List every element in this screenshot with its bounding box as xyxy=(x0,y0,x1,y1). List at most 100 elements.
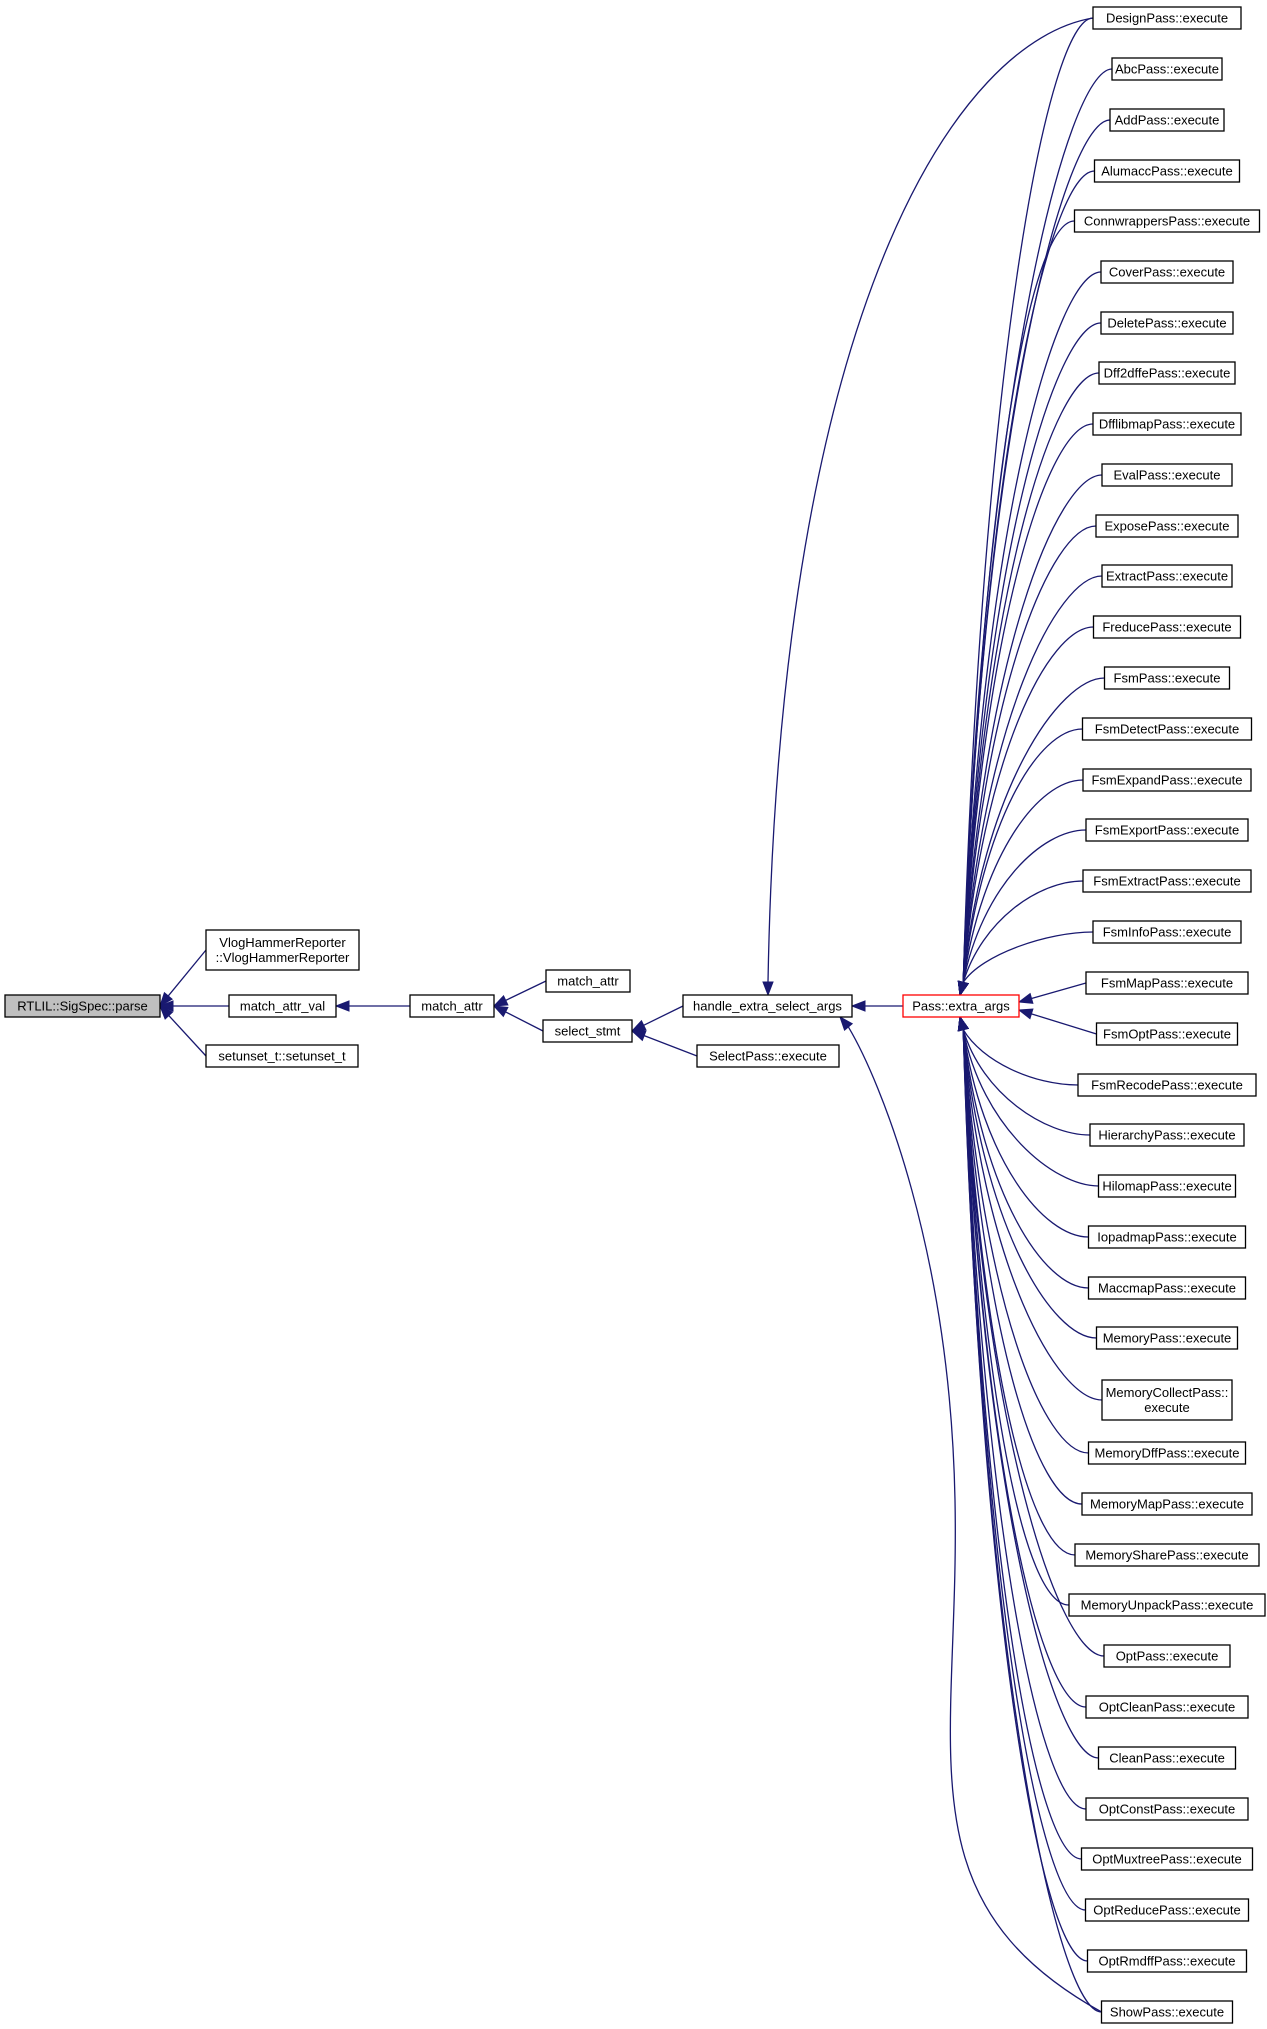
edge-showpass-handle xyxy=(847,1026,1102,2013)
edge-showpass-execute-extraargs-arrowhead xyxy=(957,1015,969,1032)
node-label: FsmExtractPass::execute xyxy=(1093,874,1240,889)
edge-fsmmappass-execute-extraargs xyxy=(1031,982,1087,1000)
node-optrmdffpass-execute[interactable]: OptRmdffPass::execute xyxy=(1086,1949,1248,1973)
node-memorypass-execute[interactable]: MemoryPass::execute xyxy=(1095,1326,1239,1350)
node-label: AddPass::execute xyxy=(1115,113,1220,128)
edge-designpass-handle xyxy=(767,17,1094,983)
node-cleanpass-execute[interactable]: CleanPass::execute xyxy=(1097,1746,1237,1770)
edge-fsmmappass-execute-extraargs-arrowhead xyxy=(1017,992,1034,1004)
node-dfflibmappass-execute[interactable]: DfflibmapPass::execute xyxy=(1092,412,1242,436)
node-deletepass-execute[interactable]: DeletePass::execute xyxy=(1100,311,1234,335)
node-pass-extra-args[interactable]: Pass::extra_args xyxy=(902,994,1020,1018)
edge-matchattr-matchattrval-arrowhead xyxy=(334,1000,350,1012)
node-select-stmt[interactable]: select_stmt xyxy=(542,1019,633,1043)
node-fsminfopass-execute[interactable]: FsmInfoPass::execute xyxy=(1092,920,1242,944)
node-label: FsmInfoPass::execute xyxy=(1103,925,1232,940)
edge-showpass-handle-arrowhead xyxy=(839,1015,854,1032)
node-label: CoverPass::execute xyxy=(1109,265,1225,280)
node-optmuxtreepass-execute[interactable]: OptMuxtreePass::execute xyxy=(1080,1847,1254,1871)
edge-handle-select-arrowhead xyxy=(630,1019,647,1032)
node-label: DesignPass::execute xyxy=(1106,11,1228,26)
node-label: ::VlogHammerReporter xyxy=(216,950,350,965)
node-optreducepass-execute[interactable]: OptReducePass::execute xyxy=(1084,1898,1250,1922)
node-label: MaccmapPass::execute xyxy=(1098,1281,1236,1296)
node-fsmoptpass-execute[interactable]: FsmOptPass::execute xyxy=(1095,1022,1239,1046)
node-dff2dffepass-execute[interactable]: Dff2dffePass::execute xyxy=(1098,361,1236,385)
node-label: setunset_t::setunset_t xyxy=(218,1049,346,1064)
node-handle-extra-select-args[interactable]: handle_extra_select_args xyxy=(682,994,853,1018)
node-showpass-execute[interactable]: ShowPass::execute xyxy=(1100,2000,1234,2024)
node-iopadmappass-execute[interactable]: IopadmapPass::execute xyxy=(1087,1225,1247,1249)
node-match-attr[interactable]: match_attr xyxy=(545,969,631,993)
node-fsmexportpass-execute[interactable]: FsmExportPass::execute xyxy=(1085,818,1249,842)
node-maccmappass-execute[interactable]: MaccmapPass::execute xyxy=(1087,1276,1247,1300)
node-vloghammerreporter-vloghammerreporter[interactable]: VlogHammerReporter::VlogHammerReporter xyxy=(205,929,360,971)
node-label: MemorySharePass::execute xyxy=(1085,1548,1248,1563)
node-fsmmappass-execute[interactable]: FsmMapPass::execute xyxy=(1085,971,1249,995)
nodes: RTLIL::SigSpec::parse VlogHammerReporter:… xyxy=(4,6,1266,2024)
node-label: Pass::extra_args xyxy=(912,999,1010,1014)
edge-fsmextractpass-execute-extraargs xyxy=(962,880,1084,983)
node-hierarchypass-execute[interactable]: HierarchyPass::execute xyxy=(1089,1123,1245,1147)
node-memorydffpass-execute[interactable]: MemoryDffPass::execute xyxy=(1087,1441,1247,1465)
node-rtlil-sigspec-parse[interactable]: RTLIL::SigSpec::parse xyxy=(4,994,161,1018)
node-optcleanpass-execute[interactable]: OptCleanPass::execute xyxy=(1085,1695,1249,1719)
node-label: select_stmt xyxy=(555,1024,621,1039)
node-match-attr-val[interactable]: match_attr_val xyxy=(228,994,337,1018)
node-fsmexpandpass-execute[interactable]: FsmExpandPass::execute xyxy=(1082,768,1252,792)
node-match-attr[interactable]: match_attr xyxy=(409,994,495,1018)
node-freducepass-execute[interactable]: FreducePass::execute xyxy=(1092,615,1242,639)
edge-abcpass-execute-extraargs xyxy=(962,68,1113,983)
edge-optrmdffpass-execute-extraargs xyxy=(962,1029,1088,1962)
edge-designpass-handle-arrowhead xyxy=(762,981,774,997)
node-memorymappass-execute[interactable]: MemoryMapPass::execute xyxy=(1081,1492,1253,1516)
edge-fsmoptpass-execute-extraargs xyxy=(1031,1013,1097,1035)
node-extractpass-execute[interactable]: ExtractPass::execute xyxy=(1101,564,1233,588)
node-hilomappass-execute[interactable]: HilomapPass::execute xyxy=(1097,1174,1237,1198)
node-evalpass-execute[interactable]: EvalPass::execute xyxy=(1101,463,1233,487)
node-addpass-execute[interactable]: AddPass::execute xyxy=(1109,108,1225,132)
node-memorycollectpass-execute[interactable]: MemoryCollectPass::execute xyxy=(1101,1379,1233,1421)
edge-fsminfopass-execute-extraargs-arrowhead xyxy=(957,980,969,997)
node-memorysharepass-execute[interactable]: MemorySharePass::execute xyxy=(1074,1543,1260,1567)
edge-selectpass-select xyxy=(643,1035,698,1057)
node-optpass-execute[interactable]: OptPass::execute xyxy=(1103,1644,1231,1668)
node-memoryunpackpass-execute[interactable]: MemoryUnpackPass::execute xyxy=(1068,1593,1266,1617)
edge-memorymappass-execute-extraargs xyxy=(962,1029,1083,1505)
edge-fsmoptpass-execute-extraargs-arrowhead xyxy=(1017,1008,1034,1020)
node-label: AbcPass::execute xyxy=(1115,62,1219,77)
node-designpass-execute[interactable]: DesignPass::execute xyxy=(1092,6,1242,30)
node-label: OptReducePass::execute xyxy=(1093,1903,1240,1918)
edge-fsmrecodepass-execute-extraargs xyxy=(962,1029,1079,1086)
node-label: HierarchyPass::execute xyxy=(1098,1128,1235,1143)
node-label: FsmExportPass::execute xyxy=(1095,823,1240,838)
edge-setunset-root xyxy=(168,1015,207,1057)
node-coverpass-execute[interactable]: CoverPass::execute xyxy=(1100,260,1234,284)
node-label: DeletePass::execute xyxy=(1107,316,1226,331)
node-label: CleanPass::execute xyxy=(1109,1751,1225,1766)
node-fsmpass-execute[interactable]: FsmPass::execute xyxy=(1103,666,1231,690)
node-fsmextractpass-execute[interactable]: FsmExtractPass::execute xyxy=(1082,869,1252,893)
edge-vlog-root xyxy=(167,949,207,997)
edge-handle-select xyxy=(643,1005,684,1026)
node-label: Dff2dffePass::execute xyxy=(1104,366,1231,381)
node-optconstpass-execute[interactable]: OptConstPass::execute xyxy=(1085,1797,1249,1821)
edge-matchattr2-matchattr xyxy=(505,980,547,1001)
node-label: MemoryMapPass::execute xyxy=(1090,1497,1244,1512)
node-label: match_attr_val xyxy=(240,999,325,1014)
node-label: FsmPass::execute xyxy=(1114,671,1221,686)
node-connwrapperspass-execute[interactable]: ConnwrappersPass::execute xyxy=(1073,209,1261,233)
edge-extraargs-handle-arrowhead xyxy=(850,1000,866,1012)
node-fsmdetectpass-execute[interactable]: FsmDetectPass::execute xyxy=(1081,717,1253,741)
node-abcpass-execute[interactable]: AbcPass::execute xyxy=(1111,57,1223,81)
node-exposepass-execute[interactable]: ExposePass::execute xyxy=(1095,514,1239,538)
node-setunset-t-setunset-t[interactable]: setunset_t::setunset_t xyxy=(205,1044,359,1068)
node-label: OptPass::execute xyxy=(1116,1649,1219,1664)
node-label: FsmOptPass::execute xyxy=(1103,1027,1231,1042)
node-alumaccpass-execute[interactable]: AlumaccPass::execute xyxy=(1093,159,1241,183)
edge-selectpass-select-arrowhead xyxy=(630,1030,647,1042)
node-label: MemoryCollectPass:: xyxy=(1106,1385,1229,1400)
node-label: SelectPass::execute xyxy=(709,1049,827,1064)
node-selectpass-execute[interactable]: SelectPass::execute xyxy=(696,1044,840,1068)
node-fsmrecodepass-execute[interactable]: FsmRecodePass::execute xyxy=(1077,1073,1257,1097)
